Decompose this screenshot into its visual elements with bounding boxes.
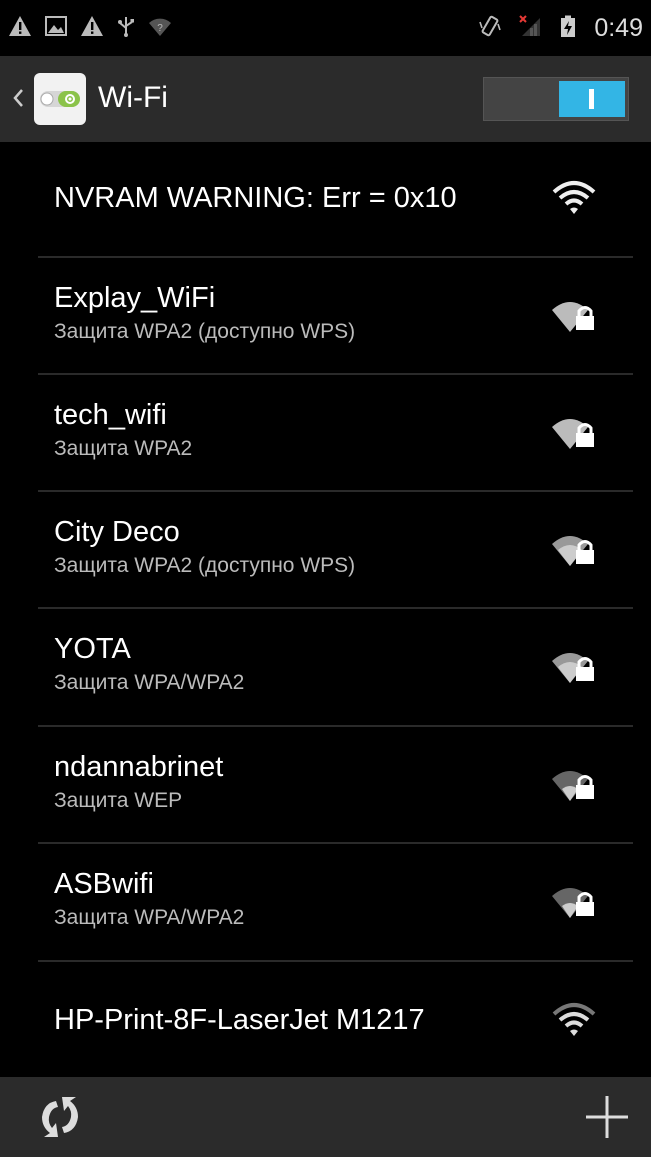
wifi-signal-icon [552,1003,596,1036]
svg-text:?: ? [157,23,163,34]
wifi-question-icon: ? [149,18,171,36]
list-item[interactable]: tech_wifi Защита WPA2 [0,375,651,490]
warning-icon [81,16,103,36]
action-bar: Wi-Fi [0,56,651,142]
network-security: Защита WPA/WPA2 [54,671,245,694]
vibrate-icon [479,15,501,37]
wifi-locked-icon [552,653,594,683]
network-name: ASBwifi [54,868,154,900]
battery-charging-icon [561,15,575,37]
network-security: Защита WEP [54,789,183,812]
list-item[interactable]: ndannabrinet Защита WEP [0,727,651,842]
network-security: Защита WPA2 (доступно WPS) [54,554,356,577]
list-item[interactable]: Explay_WiFi Защита WPA2 (доступно WPS) [0,258,651,373]
network-name: tech_wifi [54,399,167,431]
list-item[interactable]: HP-Print-8F-LaserJet M1217 [0,962,651,1077]
no-signal-icon [519,15,540,36]
warning-icon [9,16,31,36]
network-name: Explay_WiFi [54,282,216,314]
add-network-icon[interactable] [584,1094,630,1140]
list-item[interactable]: City Deco Защита WPA2 (доступно WPS) [0,492,651,607]
usb-icon [118,17,134,37]
network-name: YOTA [54,633,131,665]
wifi-locked-icon [552,419,594,449]
network-name: HP-Print-8F-LaserJet M1217 [54,1004,425,1036]
image-icon [45,16,67,36]
status-bar: ? 0:49 [0,0,651,56]
scan-icon[interactable] [34,1093,86,1141]
list-item[interactable]: ASBwifi Защита WPA/WPA2 [0,844,651,960]
settings-app-icon[interactable] [32,71,88,127]
network-security: Защита WPA/WPA2 [54,906,245,929]
wifi-toggle[interactable] [483,77,629,121]
list-item[interactable]: NVRAM WARNING: Err = 0x10 [0,142,651,256]
back-chevron-icon[interactable] [8,76,28,120]
wifi-signal-icon [552,181,596,214]
network-name: City Deco [54,516,180,548]
network-name: NVRAM WARNING: Err = 0x10 [54,182,457,214]
network-security: Защита WPA2 (доступно WPS) [54,320,356,343]
wifi-locked-icon [552,771,594,801]
wifi-locked-icon [552,888,594,918]
wifi-locked-icon [552,536,594,566]
list-item[interactable]: YOTA Защита WPA/WPA2 [0,609,651,725]
status-time: 0:49 [594,14,643,42]
network-security: Защита WPA2 [54,437,193,460]
page-title: Wi-Fi [98,81,168,114]
wifi-toggle-knob [559,81,625,117]
wifi-locked-icon [552,302,594,332]
bottom-action-bar [0,1077,651,1157]
network-name: ndannabrinet [54,751,224,783]
